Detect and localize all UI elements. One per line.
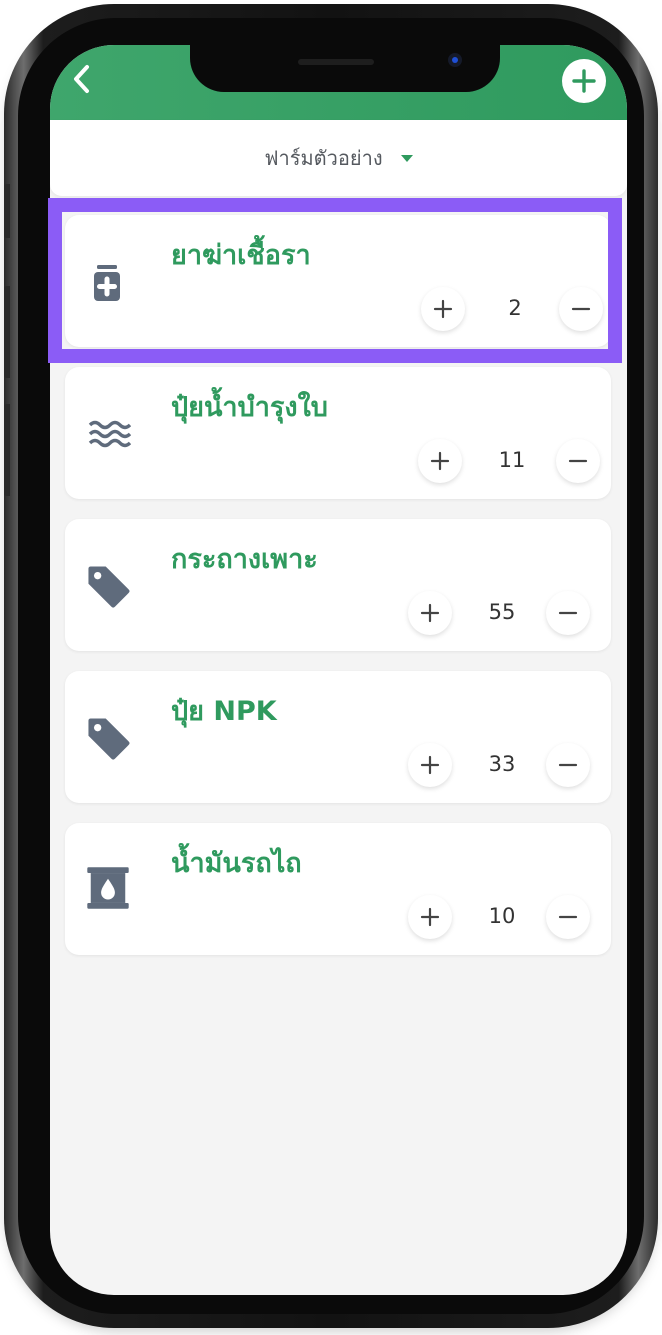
speaker-grille: [298, 59, 374, 65]
decrease-button[interactable]: [546, 591, 590, 635]
mute-switch: [4, 184, 10, 238]
increase-button[interactable]: [408, 591, 452, 635]
plus-icon: [430, 451, 450, 471]
quantity-value: 10: [488, 904, 516, 928]
farm-selector-label: ฟาร์มตัวอย่าง: [264, 146, 383, 170]
quantity-value: 33: [488, 752, 516, 776]
increase-button[interactable]: [408, 743, 452, 787]
phone-notch: [190, 45, 500, 92]
decrease-button[interactable]: [546, 743, 590, 787]
app-screen: ฟาร์มตัวอย่าง ยาฆ่าเชื้อรา 2 ปุ๋ยน้ำบำรุ…: [50, 45, 627, 1295]
minus-icon: [558, 611, 578, 615]
decrease-button[interactable]: [559, 287, 603, 331]
volume-down-button: [4, 404, 10, 496]
list-item[interactable]: ปุ๋ยน้ำบำรุงใบ 11: [65, 367, 611, 499]
item-name: กระถางเพาะ: [171, 544, 318, 575]
minus-icon: [558, 763, 578, 767]
chevron-left-icon: [74, 65, 89, 93]
tag-icon: [88, 718, 130, 760]
medicine-bottle-icon: [94, 265, 120, 301]
minus-icon: [568, 459, 588, 463]
increase-button[interactable]: [408, 895, 452, 939]
oil-drum-icon: [87, 867, 129, 909]
increase-button[interactable]: [421, 287, 465, 331]
list-item[interactable]: ปุ๋ย NPK 33: [65, 671, 611, 803]
back-button[interactable]: [64, 59, 100, 99]
water-waves-icon: [88, 420, 131, 448]
plus-icon: [420, 907, 440, 927]
quantity-value: 2: [508, 296, 522, 320]
plus-icon: [433, 299, 453, 319]
list-item[interactable]: น้ำมันรถไถ 10: [65, 823, 611, 955]
plus-circle-icon: [572, 69, 596, 93]
list-item[interactable]: ยาฆ่าเชื้อรา 2: [65, 215, 611, 347]
quantity-value: 55: [488, 600, 516, 624]
decrease-button[interactable]: [556, 439, 600, 483]
list-item[interactable]: กระถางเพาะ 55: [65, 519, 611, 651]
minus-icon: [571, 307, 591, 311]
decrease-button[interactable]: [546, 895, 590, 939]
quantity-value: 11: [498, 448, 526, 472]
front-camera: [448, 53, 462, 67]
item-name: ยาฆ่าเชื้อรา: [171, 240, 311, 271]
plus-icon: [420, 603, 440, 623]
volume-up-button: [4, 286, 10, 378]
tag-icon: [88, 566, 130, 608]
item-name: ปุ๋ย NPK: [171, 696, 277, 727]
caret-down-icon: [400, 154, 413, 162]
minus-icon: [558, 915, 578, 919]
item-name: ปุ๋ยน้ำบำรุงใบ: [171, 392, 328, 423]
add-item-button[interactable]: [562, 59, 606, 103]
plus-icon: [420, 755, 440, 775]
increase-button[interactable]: [418, 439, 462, 483]
item-name: น้ำมันรถไถ: [171, 848, 302, 879]
farm-selector[interactable]: ฟาร์มตัวอย่าง: [50, 120, 627, 196]
